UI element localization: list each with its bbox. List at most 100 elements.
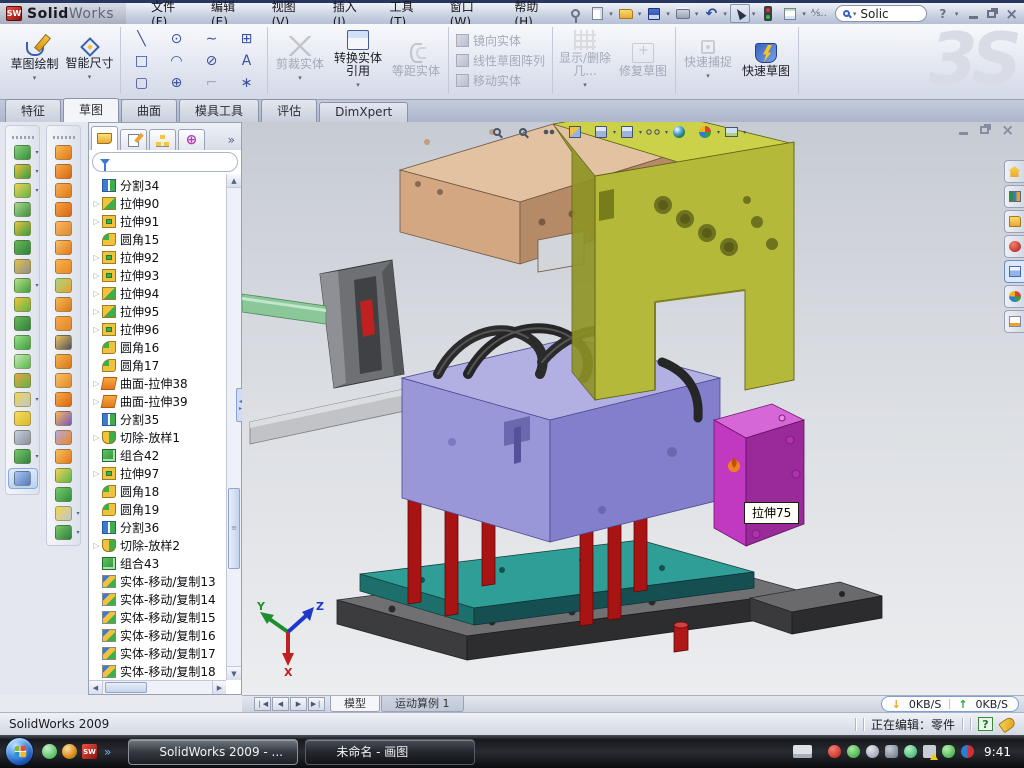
expand-arrow-icon[interactable] [91,433,102,442]
curve2-icon[interactable] [51,525,77,540]
dimxpertmanager-tab[interactable]: ⊕ [178,129,205,150]
feature-tree-item[interactable]: 实体-移动/复制14 [89,590,226,608]
doc-minimize-icon[interactable] [959,132,968,135]
freeform-icon[interactable] [51,430,77,445]
mirror-entities-button[interactable]: 镜向实体 [456,32,545,49]
pin-icon[interactable] [565,4,585,23]
tab-overflow-chevron[interactable]: » [224,133,239,150]
sketch-picture-tool[interactable]: ⊞ [239,32,254,46]
ribbon-tab[interactable]: 曲面 [121,99,177,122]
feature-tree-item[interactable]: 组合43 [89,554,226,572]
feature-tree-item[interactable]: 分割36 [89,518,226,536]
keyboard-layout-icon[interactable] [793,745,812,758]
feature-tree-item[interactable]: 拉伸96 [89,320,226,338]
design-checker-icon[interactable] [780,4,800,23]
linear-pattern-icon[interactable] [10,278,36,293]
zoom-fit-icon[interactable] [488,124,506,140]
feature-tree-item[interactable]: 拉伸90 [89,194,226,212]
feature-tree-item[interactable]: 分割34 [89,176,226,194]
graphics-viewport[interactable]: × 拉伸75 Y Z [242,122,1024,695]
feature-tree-item[interactable]: 曲面-拉伸38 [89,374,226,392]
hide-show-items-icon[interactable] [644,124,662,140]
feature-tree-item[interactable]: 曲面-拉伸39 [89,392,226,410]
featuremanager-tab[interactable] [91,126,118,150]
feature-tree-item[interactable]: 切除-放样2 [89,536,226,554]
part-gray-cylinder[interactable] [250,384,428,444]
configurationmanager-tab[interactable] [149,129,176,150]
part-green-rod[interactable] [242,294,326,324]
save-icon[interactable] [644,4,664,23]
repair-sketch-button[interactable]: 修复草图 [614,43,672,78]
quick-tips-icon[interactable]: ? [978,717,993,731]
rib-icon[interactable] [10,297,36,312]
ribbon-tab[interactable]: DimXpert [319,102,408,122]
network-warning-icon[interactable] [923,745,936,758]
slot-tool[interactable]: ▢ [134,76,149,90]
volume-icon[interactable] [885,745,898,758]
print-icon[interactable] [673,4,693,23]
restore-icon[interactable] [987,10,996,18]
trim-surface-icon[interactable] [51,373,77,388]
feature-tree-item[interactable]: 拉伸92 [89,248,226,266]
expand-arrow-icon[interactable] [91,289,102,298]
planar-surface-icon[interactable] [51,259,77,274]
offset-surface-icon[interactable] [51,240,77,255]
tree-horizontal-scrollbar[interactable]: ◀ ▶ [89,680,226,694]
feature-tree-item[interactable]: 组合42 [89,446,226,464]
plane-icon[interactable] [10,411,36,426]
quick-launch-chevron-icon[interactable]: » [104,745,111,759]
file-explorer-icon[interactable] [1004,210,1024,233]
solidworks-search-icon[interactable] [1004,235,1024,258]
expand-arrow-icon[interactable] [91,325,102,334]
line-tool[interactable]: ╲ [134,32,149,46]
feature-tree-item[interactable]: 拉伸93 [89,266,226,284]
custom-properties-icon[interactable] [1004,310,1024,333]
feature-tree-item[interactable]: 圆角17 [89,356,226,374]
feature-tree-item[interactable]: 实体-移动/复制13 [89,572,226,590]
previous-view-icon[interactable] [540,124,558,140]
security-alert-icon[interactable] [828,745,841,758]
propertymanager-tab[interactable] [120,129,147,150]
point-tool[interactable]: ∗ [239,76,254,90]
feature-tree-item[interactable]: 实体-移动/复制16 [89,626,226,644]
lofted-boss-icon[interactable] [10,221,36,236]
knit-surface-icon[interactable] [51,278,77,293]
part-clamp-block[interactable] [320,260,404,388]
delete-face-icon[interactable] [51,335,77,350]
resources-home-icon[interactable] [1004,160,1024,183]
ribbon-tab[interactable]: 草图 [63,98,119,122]
boundary-boss-icon[interactable] [10,240,36,255]
revolved-surface-icon[interactable] [51,164,77,179]
part-red-stub[interactable] [674,622,688,652]
view-settings-icon[interactable] [722,124,740,140]
select-cursor-icon[interactable] [730,4,750,23]
design-library-icon[interactable] [1004,185,1024,208]
expand-arrow-icon[interactable] [91,253,102,262]
defender-icon[interactable] [942,745,955,758]
curve-icon[interactable] [10,449,36,464]
doc-close-icon[interactable]: × [1001,125,1014,135]
search-box[interactable]: ▾ Solic [835,5,927,22]
apply-scene-icon[interactable] [696,124,714,140]
appearances-icon[interactable] [1004,285,1024,308]
instant3d-icon[interactable] [8,468,38,489]
convert-entities-button[interactable]: 转换实体引用 ▾ [329,30,387,92]
tree-vertical-scrollbar[interactable]: ▲ ≡ ▼ [226,174,241,680]
ellipse-tool[interactable]: ⊘ [204,54,219,68]
view-orientation-icon[interactable] [592,124,610,140]
feature-tree-item[interactable]: 拉伸94 [89,284,226,302]
boundary-surface-icon[interactable] [51,221,77,236]
ribbon-tab[interactable]: 特征 [5,99,61,122]
thicken-icon[interactable] [51,297,77,312]
lofted-surface-icon[interactable] [51,202,77,217]
open-icon[interactable] [616,4,636,23]
extruded-boss-icon[interactable] [10,145,36,160]
polygon-tool[interactable]: ⊕ [169,76,184,90]
next-tab-icon[interactable]: ▶ [290,697,307,711]
feature-tree-item[interactable]: 拉伸91 [89,212,226,230]
rapid-sketch-button[interactable]: 快速草图 [737,43,795,78]
undo-icon[interactable]: ↶ [701,4,721,23]
scroll-down-icon[interactable]: ▼ [227,666,241,680]
expand-arrow-icon[interactable] [91,199,102,208]
part-magenta-block[interactable] [714,404,804,546]
